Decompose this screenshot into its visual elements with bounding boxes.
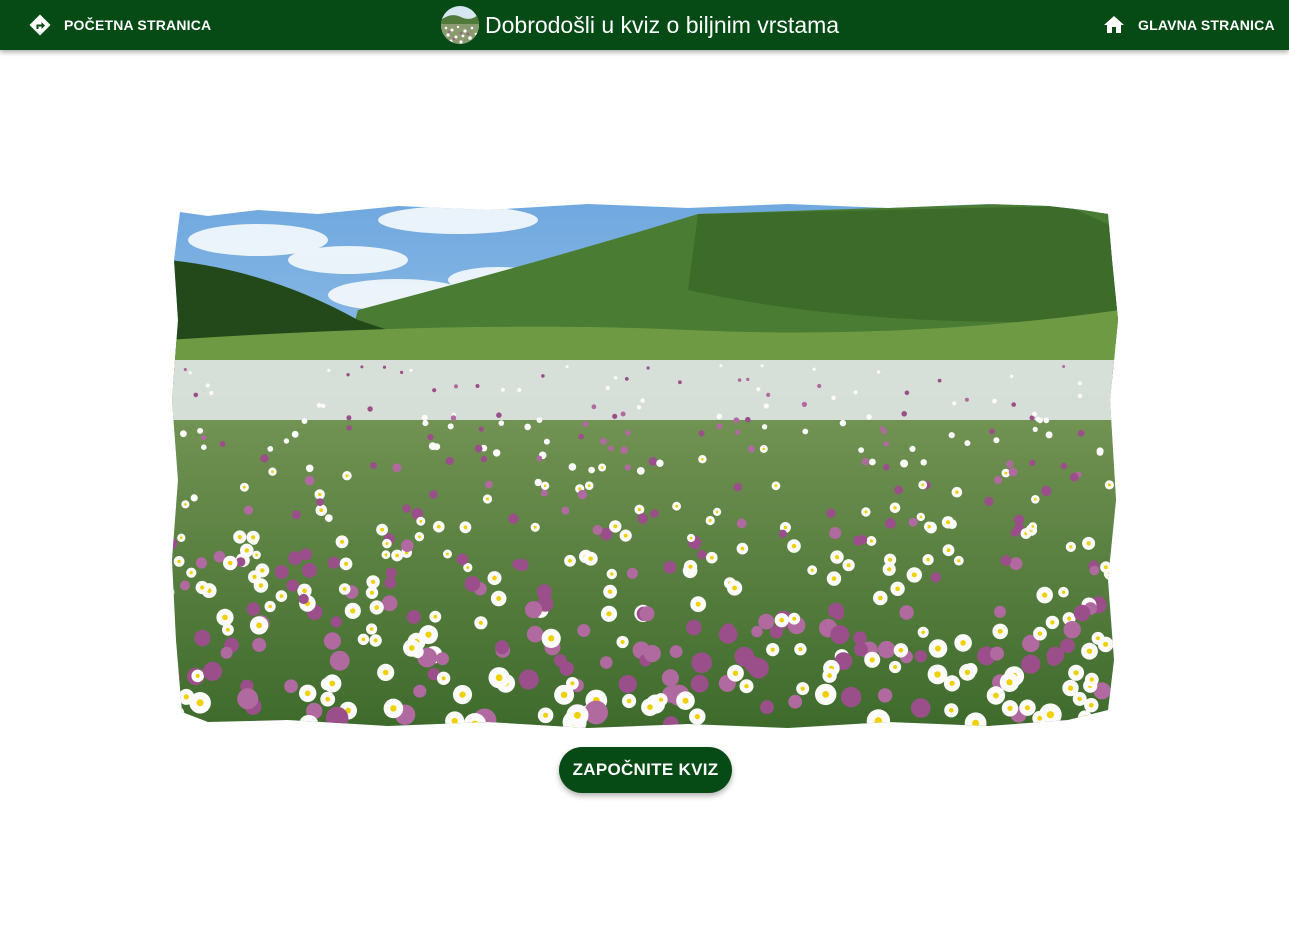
top-app-bar: POČETNA STRANICA Dobrodošli u kviz o bil… xyxy=(0,0,1289,50)
app-title-group: Dobrodošli u kviz o biljnim vrstama xyxy=(441,0,839,50)
directions-icon xyxy=(28,13,52,37)
home-page-nav-button[interactable]: POČETNA STRANICA xyxy=(28,0,211,50)
avatar xyxy=(441,6,479,44)
main-page-nav-button[interactable]: GLAVNA STRANICA xyxy=(1102,0,1275,50)
meadow-wildflowers-image xyxy=(168,200,1120,732)
home-page-nav-label: POČETNA STRANICA xyxy=(64,17,212,33)
page-title: Dobrodošli u kviz o biljnim vrstama xyxy=(485,11,840,38)
main-page-nav-label: GLAVNA STRANICA xyxy=(1138,17,1275,33)
start-quiz-button[interactable]: ZAPOČNITE KVIZ xyxy=(559,747,732,793)
home-icon xyxy=(1102,13,1126,37)
